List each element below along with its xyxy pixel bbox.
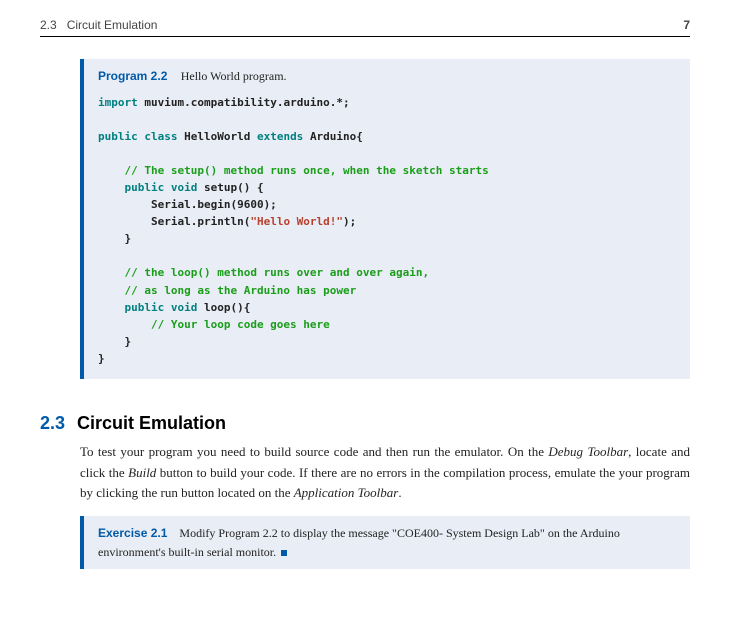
header-rule bbox=[40, 36, 690, 37]
code-text: } bbox=[98, 335, 131, 348]
code-comment: // as long as the Arduino has power bbox=[98, 284, 356, 297]
code-keyword: extends bbox=[250, 130, 310, 143]
body-paragraph: To test your program you need to build s… bbox=[80, 442, 690, 504]
code-keyword: public void bbox=[98, 181, 204, 194]
code-text: } bbox=[98, 232, 131, 245]
code-string: "Hello World!" bbox=[250, 215, 343, 228]
code-text: { bbox=[356, 130, 363, 143]
code-text: } bbox=[98, 352, 105, 365]
running-header-section: 2.3 Circuit Emulation bbox=[40, 18, 157, 32]
code-keyword: public class bbox=[98, 130, 184, 143]
page: 2.3 Circuit Emulation 7 Program 2.2 Hell… bbox=[0, 0, 730, 569]
running-header: 2.3 Circuit Emulation 7 bbox=[40, 18, 690, 32]
program-caption: Program 2.2 Hello World program. bbox=[98, 69, 676, 84]
code-text: (){ bbox=[230, 301, 250, 314]
code-listing: import muvium.compatibility.arduino.*; p… bbox=[98, 94, 676, 367]
code-classname: Arduino bbox=[310, 130, 356, 143]
code-comment: // Your loop code goes here bbox=[98, 318, 330, 331]
section-name: Circuit Emulation bbox=[67, 18, 158, 32]
section-heading: 2.3 Circuit Emulation bbox=[40, 413, 690, 434]
section-heading-title: Circuit Emulation bbox=[77, 413, 226, 434]
program-label: Program 2.2 bbox=[98, 69, 167, 83]
body-emph: Application Toolbar bbox=[294, 485, 399, 500]
code-keyword: public void bbox=[98, 301, 204, 314]
end-square-icon bbox=[281, 550, 287, 556]
code-text: muvium.compatibility.arduino.*; bbox=[138, 96, 350, 109]
section-number: 2.3 bbox=[40, 18, 57, 32]
code-comment: // the loop() method runs over and over … bbox=[98, 266, 429, 279]
body-emph: Build bbox=[128, 465, 156, 480]
exercise-text: Modify Program 2.2 to display the messag… bbox=[98, 526, 620, 559]
code-text: () { bbox=[237, 181, 264, 194]
code-method: setup bbox=[204, 181, 237, 194]
code-text: ); bbox=[343, 215, 356, 228]
code-method: loop bbox=[204, 301, 231, 314]
body-text: To test your program you need to build s… bbox=[80, 444, 548, 459]
code-text: Serial.println( bbox=[98, 215, 250, 228]
page-number: 7 bbox=[683, 18, 690, 32]
program-box: Program 2.2 Hello World program. import … bbox=[80, 59, 690, 379]
exercise-label: Exercise 2.1 bbox=[98, 526, 167, 540]
code-classname: HelloWorld bbox=[184, 130, 250, 143]
body-emph: Debug Toolbar bbox=[548, 444, 628, 459]
program-caption-text: Hello World program. bbox=[181, 69, 287, 83]
code-comment: // The setup() method runs once, when th… bbox=[98, 164, 489, 177]
body-text: . bbox=[398, 485, 401, 500]
section-heading-number: 2.3 bbox=[40, 413, 65, 434]
code-keyword: import bbox=[98, 96, 138, 109]
code-text: Serial.begin(9600); bbox=[98, 198, 277, 211]
exercise-box: Exercise 2.1 Modify Program 2.2 to displ… bbox=[80, 516, 690, 569]
